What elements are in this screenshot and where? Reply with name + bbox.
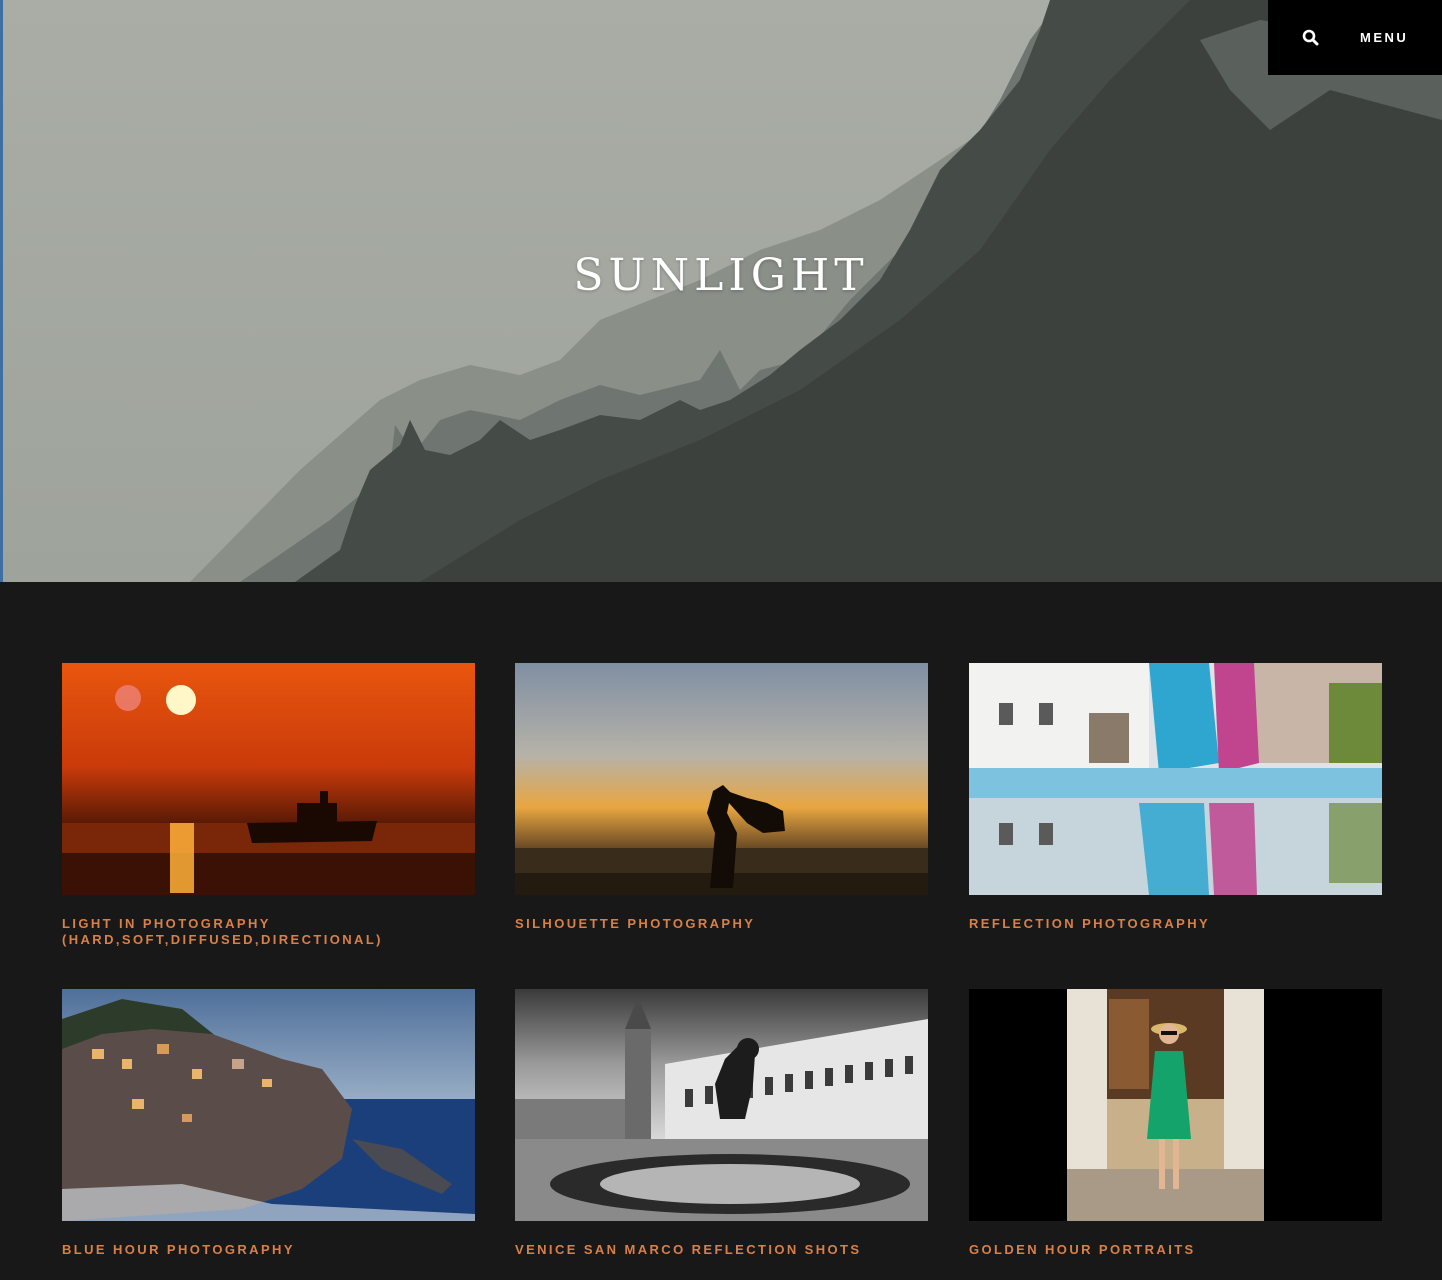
post-thumbnail[interactable] [62,989,475,1221]
post-title[interactable]: SILHOUETTE PHOTOGRAPHY [515,916,928,932]
reflection-building-image [969,663,1382,895]
san-marco-bw-image [515,989,928,1221]
post-card[interactable]: BLUE HOUR PHOTOGRAPHY [62,989,475,1258]
post-thumbnail[interactable] [62,663,475,895]
silhouette-beach-image [515,663,928,895]
post-card[interactable]: GOLDEN HOUR PORTRAITS [969,989,1382,1258]
post-card[interactable]: SILHOUETTE PHOTOGRAPHY [515,663,928,932]
search-button[interactable] [1298,25,1324,51]
post-title[interactable]: VENICE SAN MARCO REFLECTION SHOTS [515,1242,928,1258]
search-icon [1302,29,1319,46]
top-navigation-bar: MENU [1268,0,1442,75]
sunset-boat-image [62,663,475,895]
post-card[interactable]: VENICE SAN MARCO REFLECTION SHOTS [515,989,928,1258]
golden-hour-portrait-image [969,989,1382,1221]
post-title[interactable]: LIGHT IN PHOTOGRAPHY (HARD,SOFT,DIFFUSED… [62,916,475,948]
post-title[interactable]: REFLECTION PHOTOGRAPHY [969,916,1382,932]
post-card[interactable]: LIGHT IN PHOTOGRAPHY (HARD,SOFT,DIFFUSED… [62,663,475,948]
post-thumbnail[interactable] [969,663,1382,895]
blue-hour-village-image [62,989,475,1221]
page-title: SUNLIGHT [573,250,869,301]
post-title[interactable]: BLUE HOUR PHOTOGRAPHY [62,1242,475,1258]
post-thumbnail[interactable] [969,989,1382,1221]
hero-banner: SUNLIGHT [0,0,1442,582]
post-title[interactable]: GOLDEN HOUR PORTRAITS [969,1242,1382,1258]
post-thumbnail[interactable] [515,663,928,895]
menu-button[interactable]: MENU [1360,30,1408,45]
post-thumbnail[interactable] [515,989,928,1221]
post-card[interactable]: REFLECTION PHOTOGRAPHY [969,663,1382,932]
